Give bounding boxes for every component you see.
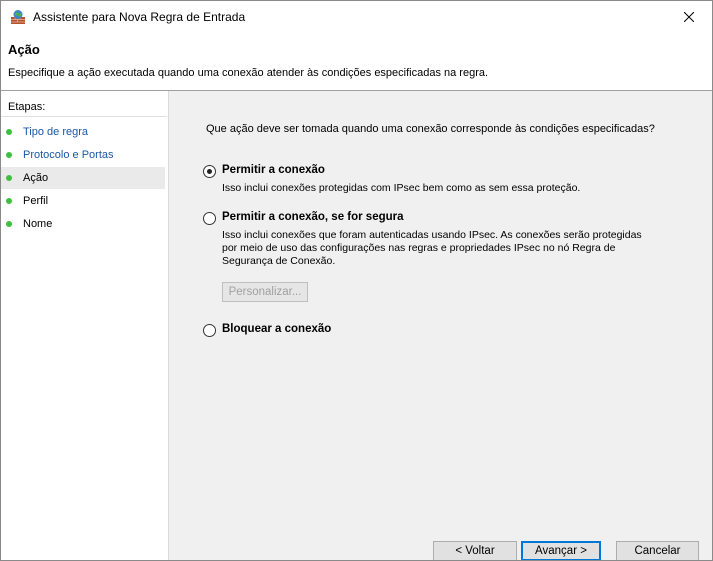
step-label: Perfil bbox=[23, 195, 49, 207]
step-status-icon bbox=[6, 129, 12, 135]
window-title: Assistente para Nova Regra de Entrada bbox=[33, 10, 246, 24]
step-action[interactable]: Ação bbox=[1, 167, 165, 189]
step-status-icon bbox=[6, 198, 12, 204]
step-status-icon bbox=[6, 221, 12, 227]
step-profile[interactable]: Perfil bbox=[1, 190, 165, 212]
allow-radio[interactable] bbox=[203, 165, 216, 178]
step-name[interactable]: Nome bbox=[1, 213, 165, 235]
page-description: Especifique a ação executada quando uma … bbox=[8, 67, 489, 79]
option-description: Isso inclui conexões que foram autentica… bbox=[222, 229, 642, 267]
title-bar[interactable]: Assistente para Nova Regra de Entrada bbox=[1, 1, 712, 32]
option-label[interactable]: Permitir a conexão, se for segura bbox=[222, 211, 404, 223]
option-label[interactable]: Bloquear a conexão bbox=[222, 323, 331, 335]
customize-button[interactable]: Personalizar... bbox=[222, 282, 308, 302]
wizard-window: Assistente para Nova Regra de Entrada Aç… bbox=[0, 0, 713, 561]
back-button[interactable]: < Voltar bbox=[433, 541, 517, 560]
page-title: Ação bbox=[8, 42, 40, 57]
action-question: Que ação deve ser tomada quando uma cone… bbox=[206, 123, 655, 135]
option-label[interactable]: Permitir a conexão bbox=[222, 164, 325, 176]
main-content: Que ação deve ser tomada quando uma cone… bbox=[169, 91, 712, 560]
step-label[interactable]: Protocolo e Portas bbox=[23, 149, 114, 161]
step-label[interactable]: Tipo de regra bbox=[23, 126, 88, 138]
page-header: Ação Especifique a ação executada quando… bbox=[1, 32, 712, 91]
close-icon bbox=[684, 11, 694, 22]
option-description: Isso inclui conexões protegidas com IPse… bbox=[222, 182, 581, 194]
step-label: Nome bbox=[23, 218, 53, 230]
step-status-icon bbox=[6, 175, 12, 181]
close-button[interactable] bbox=[666, 1, 712, 32]
block-radio[interactable] bbox=[203, 324, 216, 337]
step-rule-type[interactable]: Tipo de regra bbox=[1, 121, 165, 143]
allow-secure-radio[interactable] bbox=[203, 212, 216, 225]
step-label: Ação bbox=[23, 172, 49, 184]
steps-heading: Etapas: bbox=[8, 101, 46, 113]
next-button[interactable]: Avançar > bbox=[521, 541, 601, 560]
steps-divider bbox=[1, 116, 167, 117]
steps-sidebar: Etapas: Tipo de regra Protocolo e Portas… bbox=[1, 91, 169, 560]
step-protocol-ports[interactable]: Protocolo e Portas bbox=[1, 144, 165, 166]
cancel-button[interactable]: Cancelar bbox=[616, 541, 699, 560]
firewall-icon bbox=[10, 9, 26, 25]
step-status-icon bbox=[6, 152, 12, 158]
